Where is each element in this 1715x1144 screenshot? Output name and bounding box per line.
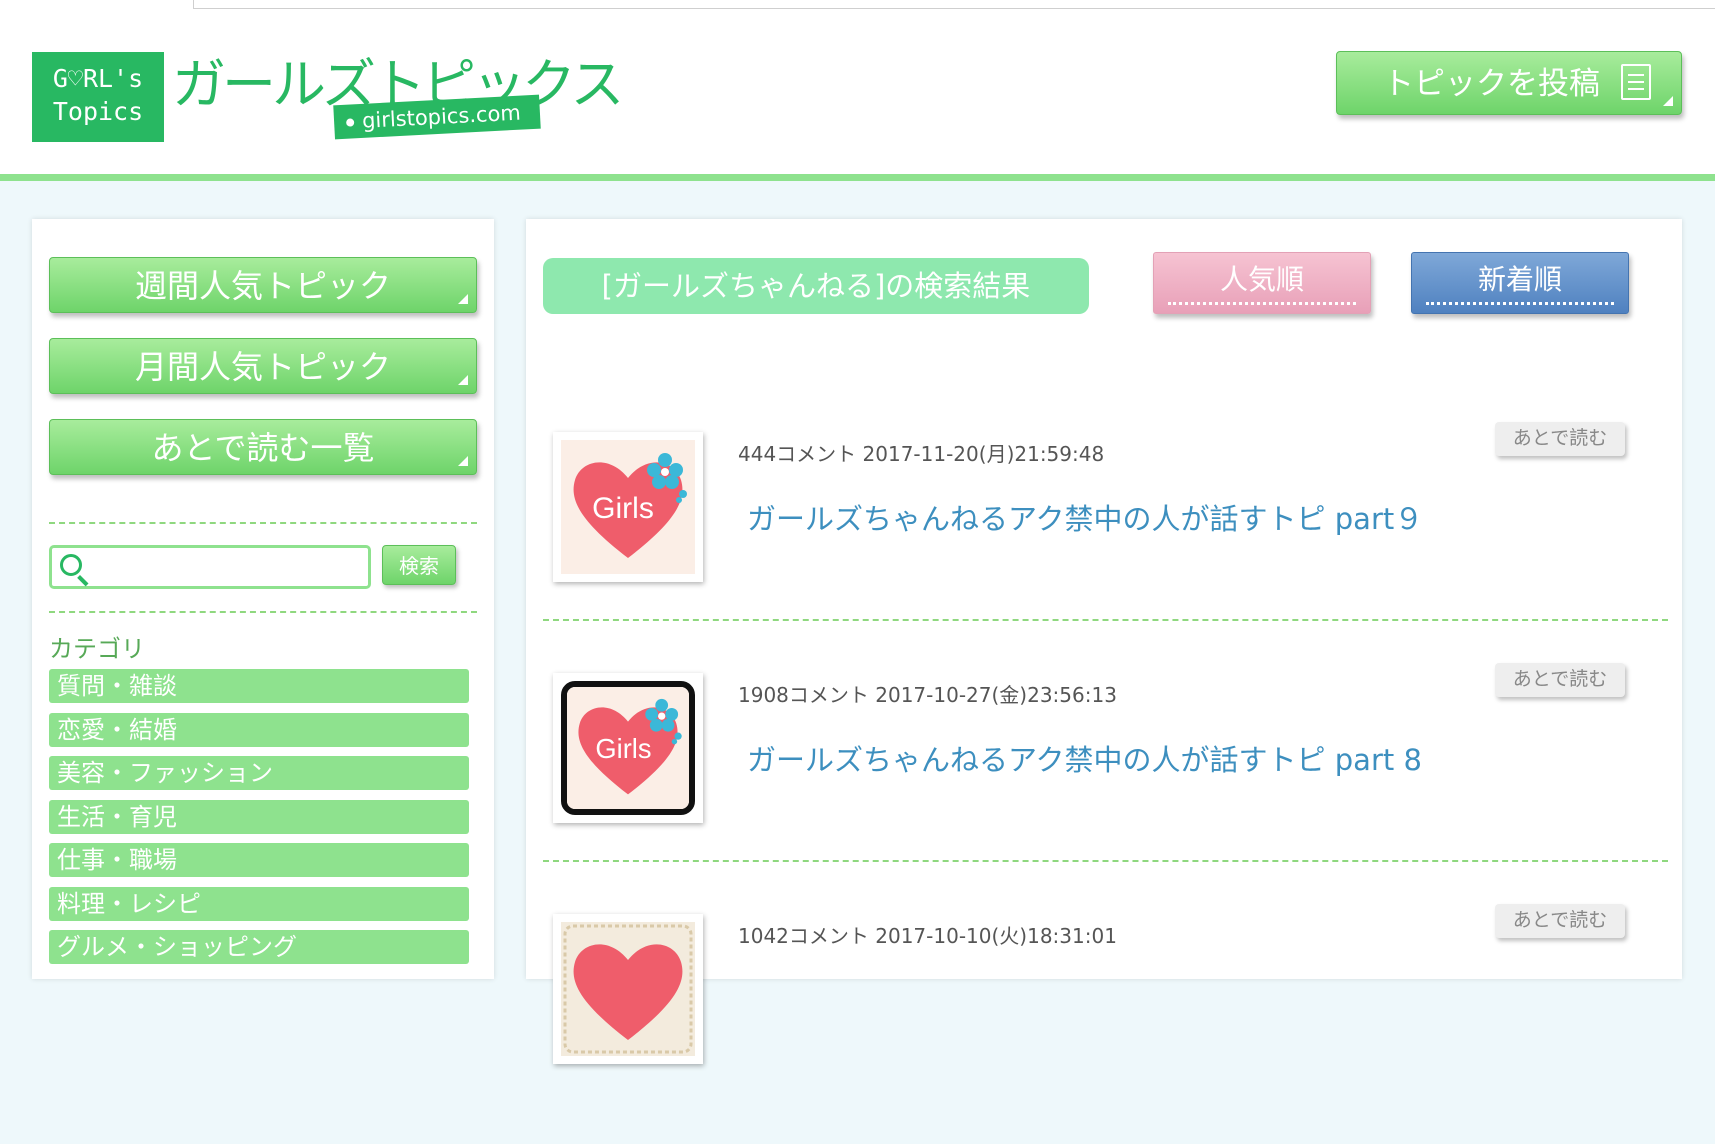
browser-url-bar[interactable]	[193, 0, 1715, 9]
post-topic-label: トピックを投稿	[1383, 66, 1600, 102]
category-heading: カテゴリ	[49, 635, 145, 663]
search-field[interactable]	[49, 545, 371, 589]
logo-url-text: girlstopics.com	[361, 100, 522, 133]
category-item[interactable]: 美容・ファッション	[49, 756, 469, 790]
category-item[interactable]: 生活・育児	[49, 800, 469, 834]
item-divider	[543, 860, 1668, 862]
read-later-button[interactable]: あとで読む	[1495, 663, 1625, 697]
sort-new-button[interactable]: 新着順	[1411, 252, 1629, 314]
topic-meta: 1908コメント 2017-10-27(金)23:56:13	[738, 683, 1117, 707]
site-logo[interactable]: G♡RL's Topics	[32, 52, 164, 142]
browser-top-strip	[0, 0, 1715, 22]
topic-list-item[interactable]: 1042コメント 2017-10-10(火)18:31:01 あとで読む	[543, 904, 1668, 1144]
category-item[interactable]: グルメ・ショッピング	[49, 930, 469, 964]
memo-icon	[1621, 64, 1651, 100]
topic-list-item[interactable]: Girls 1908コメント 2017-10-27(金)23:56:13 ガール…	[543, 663, 1668, 903]
topic-title-link[interactable]: ガールズちゃんねるアク禁中の人が話すトピ part 8	[747, 737, 1422, 779]
topic-thumbnail[interactable]	[553, 914, 703, 1064]
search-input[interactable]	[98, 552, 362, 584]
category-item[interactable]: 質問・雑談	[49, 669, 469, 703]
weekly-popular-label: 週間人気トピック	[134, 267, 391, 305]
read-later-list-button[interactable]: あとで読む一覧	[49, 419, 477, 475]
item-divider	[543, 619, 1668, 621]
corner-arrow-icon	[458, 294, 468, 304]
category-item[interactable]: 料理・レシピ	[49, 887, 469, 921]
heart-logo-icon: Girls	[573, 453, 687, 558]
divider	[49, 522, 477, 524]
monthly-popular-label: 月間人気トピック	[134, 348, 391, 386]
thumbnail-image: Girls	[561, 681, 695, 815]
corner-arrow-icon	[458, 456, 468, 466]
read-later-button[interactable]: あとで読む	[1495, 904, 1625, 938]
dot-icon	[345, 118, 355, 127]
main-content: [ガールズちゃんねる]の検索結果 人気順 新着順 Girls 444コメント 2…	[526, 219, 1682, 1064]
corner-arrow-icon	[1663, 96, 1673, 106]
read-later-list-label: あとで読む一覧	[151, 429, 375, 467]
post-topic-button[interactable]: トピックを投稿	[1336, 51, 1682, 115]
topic-thumbnail[interactable]: Girls	[553, 673, 703, 823]
topic-meta: 444コメント 2017-11-20(月)21:59:48	[738, 442, 1105, 466]
divider	[49, 611, 477, 613]
logo-line1: G♡RL's	[52, 64, 144, 93]
logo-line2: Topics	[52, 97, 144, 126]
header-divider	[0, 174, 1715, 181]
thumbnail-image: Girls	[561, 440, 695, 574]
weekly-popular-button[interactable]: 週間人気トピック	[49, 257, 477, 313]
thumbnail-image	[561, 922, 695, 1056]
category-item[interactable]: 仕事・職場	[49, 843, 469, 877]
thumb-text: Girls	[595, 733, 651, 764]
monthly-popular-button[interactable]: 月間人気トピック	[49, 338, 477, 394]
topic-list-item[interactable]: Girls 444コメント 2017-11-20(月)21:59:48 ガールズ…	[543, 422, 1668, 662]
topic-title-link[interactable]: ガールズちゃんねるアク禁中の人が話すトピ part９	[747, 496, 1423, 538]
topic-thumbnail[interactable]: Girls	[553, 432, 703, 582]
search-button[interactable]: 検索	[382, 545, 456, 585]
sidebar: 週間人気トピック 月間人気トピック あとで読む一覧 検索 カテゴリ 質問・雑談 …	[32, 219, 494, 979]
heart-logo-icon: Girls	[567, 687, 689, 809]
category-item[interactable]: 恋愛・結婚	[49, 713, 469, 747]
heart-logo-icon	[563, 924, 693, 1054]
read-later-button[interactable]: あとで読む	[1495, 422, 1625, 456]
thumb-text: Girls	[592, 492, 654, 525]
topic-meta: 1042コメント 2017-10-10(火)18:31:01	[738, 924, 1117, 948]
search-result-title: [ガールズちゃんねる]の検索結果	[543, 258, 1089, 314]
corner-arrow-icon	[458, 375, 468, 385]
search-icon	[60, 554, 82, 576]
sort-popular-button[interactable]: 人気順	[1153, 252, 1371, 314]
